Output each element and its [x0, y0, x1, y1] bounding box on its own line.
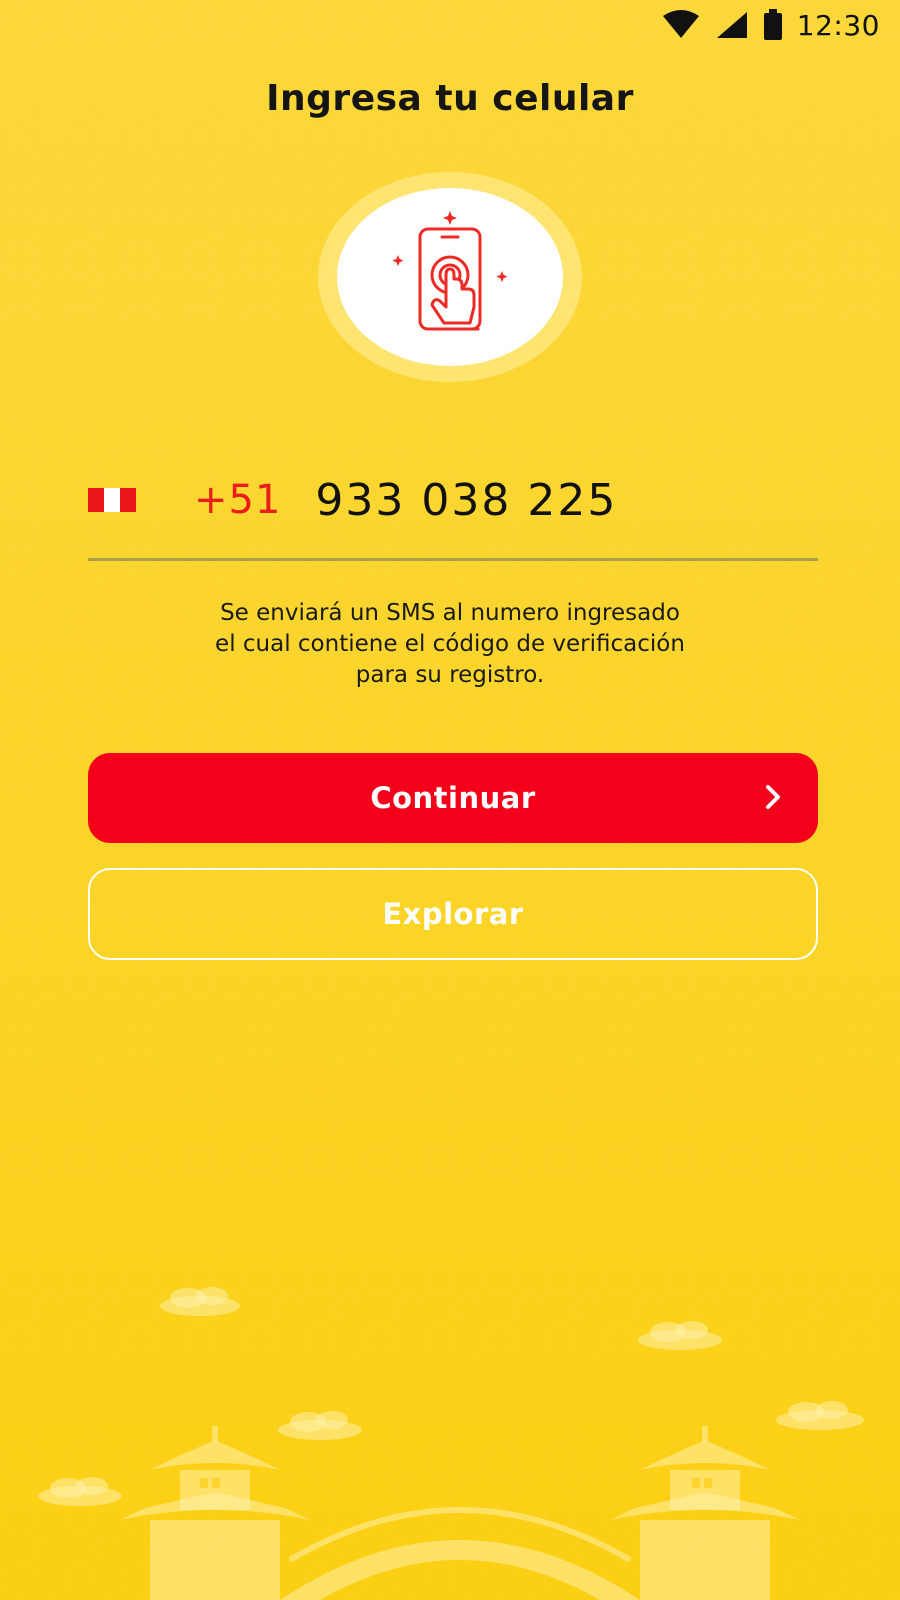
country-code[interactable]: +51 — [194, 477, 281, 523]
pagoda-right — [610, 1426, 800, 1600]
sms-note: Se enviará un SMS al numero ingresado el… — [140, 598, 760, 691]
cloud-icon — [38, 1477, 122, 1506]
status-bar: 12:30 — [0, 0, 900, 50]
page-title: Ingresa tu celular — [266, 78, 634, 119]
continue-button-label: Continuar — [370, 781, 536, 815]
pagoda-scenery-illustration — [38, 1287, 864, 1600]
cloud-icon — [776, 1401, 864, 1430]
phone-number-input[interactable]: 933 038 225 — [315, 475, 617, 526]
illustration-circle — [337, 188, 563, 366]
cloud-icon — [638, 1321, 722, 1350]
sms-note-line: el cual contiene el código de verificaci… — [215, 631, 685, 657]
peru-flag-icon[interactable] — [88, 488, 136, 512]
bridge — [280, 1540, 640, 1600]
battery-icon — [763, 9, 783, 41]
cloud-icon — [160, 1287, 240, 1316]
phone-tap-icon — [392, 211, 508, 331]
chevron-right-icon — [764, 783, 782, 815]
cloud-icon — [278, 1411, 362, 1440]
sms-note-line: para su registro. — [355, 662, 545, 688]
explore-button[interactable]: Explorar — [88, 868, 818, 960]
pagoda-left — [120, 1426, 310, 1600]
sms-note-line: Se enviará un SMS al numero ingresado — [220, 600, 680, 626]
cell-signal-icon — [715, 10, 749, 40]
wifi-icon — [661, 10, 701, 40]
status-time: 12:30 — [796, 8, 880, 42]
phone-input-underline — [88, 558, 818, 561]
explore-button-label: Explorar — [382, 897, 524, 931]
continue-button[interactable]: Continuar — [88, 753, 818, 843]
illustration-halo — [318, 172, 582, 382]
phone-input-row[interactable]: +51 933 038 225 — [88, 470, 818, 530]
